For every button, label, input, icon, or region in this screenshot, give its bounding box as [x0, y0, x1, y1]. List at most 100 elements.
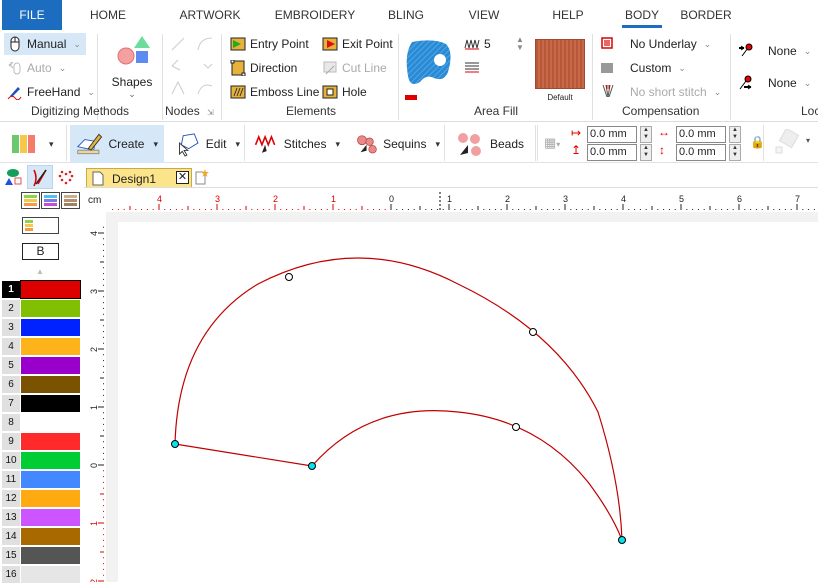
tab-home[interactable]: HOME	[82, 0, 134, 30]
document-tab[interactable]: Design1 ✕	[86, 168, 192, 188]
fill-color-swatch[interactable]	[405, 95, 417, 100]
color-swatch[interactable]	[21, 509, 80, 526]
shapes-mode-icon[interactable]	[5, 168, 23, 186]
new-document-icon[interactable]	[195, 169, 209, 185]
height-spinner[interactable]: ▲ ▼	[729, 144, 741, 161]
width-input[interactable]: 0.0 mm	[676, 126, 726, 143]
color-number[interactable]: 3	[2, 319, 20, 336]
corner-node[interactable]	[618, 536, 626, 544]
stitch-mode-button[interactable]	[27, 165, 53, 189]
color-number[interactable]: 15	[2, 547, 20, 564]
horizontal-ruler[interactable]: 4 3 2 1 0 1 2 3 4 5 6 7	[109, 192, 818, 212]
palette-view-1[interactable]	[21, 192, 40, 209]
cut-line-button[interactable]: Cut Line	[322, 57, 387, 79]
fill-shape-icon[interactable]	[404, 38, 454, 88]
scroll-up-icon[interactable]: ▲	[36, 267, 44, 276]
color-swatch[interactable]	[21, 452, 80, 469]
x-position-spinner[interactable]: ▲ ▼	[640, 126, 652, 143]
color-swatch[interactable]	[21, 395, 80, 412]
color-number[interactable]: 1	[2, 281, 20, 298]
hole-button[interactable]: Hole	[322, 81, 367, 103]
fill-texture-preview[interactable]	[535, 39, 585, 89]
grid-align-button[interactable]: ▦▾	[544, 135, 560, 151]
corner-node[interactable]	[308, 462, 316, 470]
pull-comp-dropdown[interactable]: Custom ⌄	[630, 57, 686, 79]
color-swatch[interactable]	[20, 280, 81, 299]
color-number[interactable]: 13	[2, 509, 20, 526]
color-number[interactable]: 9	[2, 433, 20, 450]
height-input[interactable]: 0.0 mm	[676, 144, 726, 161]
color-swatch[interactable]	[21, 433, 80, 450]
color-number[interactable]: 14	[2, 528, 20, 545]
base-line[interactable]	[174, 443, 313, 467]
color-number[interactable]: 2	[2, 300, 20, 317]
rotate-object-icon[interactable]	[774, 129, 800, 155]
color-number[interactable]: 12	[2, 490, 20, 507]
edit-button[interactable]: Edit ▾	[168, 125, 246, 163]
color-swatch[interactable]	[21, 471, 80, 488]
color-swatch[interactable]	[21, 547, 80, 564]
density-control[interactable]: 5	[464, 33, 491, 55]
tab-embroidery[interactable]: EMBROIDERY	[272, 0, 358, 30]
color-number[interactable]: 10	[2, 452, 20, 469]
direction-button[interactable]: Direction	[230, 57, 297, 79]
dialog-launcher-icon[interactable]: ⇲	[207, 108, 214, 117]
color-swatch[interactable]	[21, 566, 80, 583]
color-number[interactable]: 16	[2, 566, 20, 583]
curve-node[interactable]	[512, 423, 520, 431]
shapes-button[interactable]: Shapes ⌄	[108, 34, 156, 104]
create-button[interactable]: Create ▾	[70, 125, 164, 163]
tab-border[interactable]: BORDER	[680, 0, 732, 30]
background-button[interactable]: B	[22, 243, 59, 260]
design-canvas[interactable]	[118, 222, 818, 582]
manual-button[interactable]: Manual ⌄	[4, 33, 86, 55]
chevron-down-icon[interactable]: ▾	[806, 136, 810, 145]
color-swatch[interactable]	[21, 528, 80, 545]
emboss-line-button[interactable]: Emboss Line	[230, 81, 319, 103]
palette-list-view[interactable]	[22, 217, 59, 234]
sequins-button[interactable]: Sequins ▾	[350, 125, 446, 163]
freehand-button[interactable]: FreeHand ⌄	[7, 81, 95, 103]
color-swatch[interactable]	[21, 338, 80, 355]
inner-arc[interactable]	[311, 410, 623, 541]
exit-point-button[interactable]: Exit Point	[322, 33, 393, 55]
color-number[interactable]: 8	[2, 414, 20, 431]
tab-help[interactable]: HELP	[546, 0, 590, 30]
short-stitch-dropdown[interactable]: No short stitch ⌄	[630, 81, 721, 103]
vertical-ruler[interactable]: 4321012	[88, 222, 106, 582]
color-swatch[interactable]	[21, 300, 80, 317]
palette-view-3[interactable]	[61, 192, 80, 209]
tab-artwork[interactable]: ARTWORK	[175, 0, 245, 30]
y-position-input[interactable]: 0.0 mm	[587, 144, 637, 161]
color-swatch[interactable]	[21, 490, 80, 507]
color-swatch[interactable]	[21, 357, 80, 374]
palette-view-2[interactable]	[41, 192, 60, 209]
color-number[interactable]: 5	[2, 357, 20, 374]
entry-point-button[interactable]: Entry Point	[230, 33, 309, 55]
color-number[interactable]: 7	[2, 395, 20, 412]
bling-mode-icon[interactable]	[58, 169, 74, 185]
color-number[interactable]: 11	[2, 471, 20, 488]
color-swatch[interactable]	[21, 319, 80, 336]
density-spinner[interactable]: ▲ ▼	[516, 36, 524, 52]
outer-arc[interactable]	[174, 257, 623, 541]
color-swatch[interactable]	[21, 414, 80, 431]
close-tab-button[interactable]: ✕	[176, 171, 189, 184]
underlay-dropdown[interactable]: No Underlay ⌄	[630, 33, 711, 55]
color-bars-button[interactable]: ▾	[4, 125, 62, 163]
color-swatch[interactable]	[21, 376, 80, 393]
x-position-input[interactable]: 0.0 mm	[587, 126, 637, 143]
curve-node[interactable]	[529, 328, 537, 336]
stitches-button[interactable]: Stitches ▾	[248, 125, 346, 163]
tab-view[interactable]: VIEW	[462, 0, 506, 30]
lock-start-dropdown[interactable]: None ⌄	[768, 40, 811, 62]
curve-node[interactable]	[285, 273, 293, 281]
color-number[interactable]: 4	[2, 338, 20, 355]
tab-file[interactable]: FILE	[2, 0, 62, 30]
lock-end-dropdown[interactable]: None ⌄	[768, 72, 811, 94]
y-position-spinner[interactable]: ▲ ▼	[640, 144, 652, 161]
tab-body[interactable]: BODY	[620, 0, 664, 30]
tab-bling[interactable]: BLING	[380, 0, 432, 30]
auto-button[interactable]: Auto ⌄	[7, 57, 66, 79]
fill-lines-icon[interactable]	[465, 62, 479, 74]
